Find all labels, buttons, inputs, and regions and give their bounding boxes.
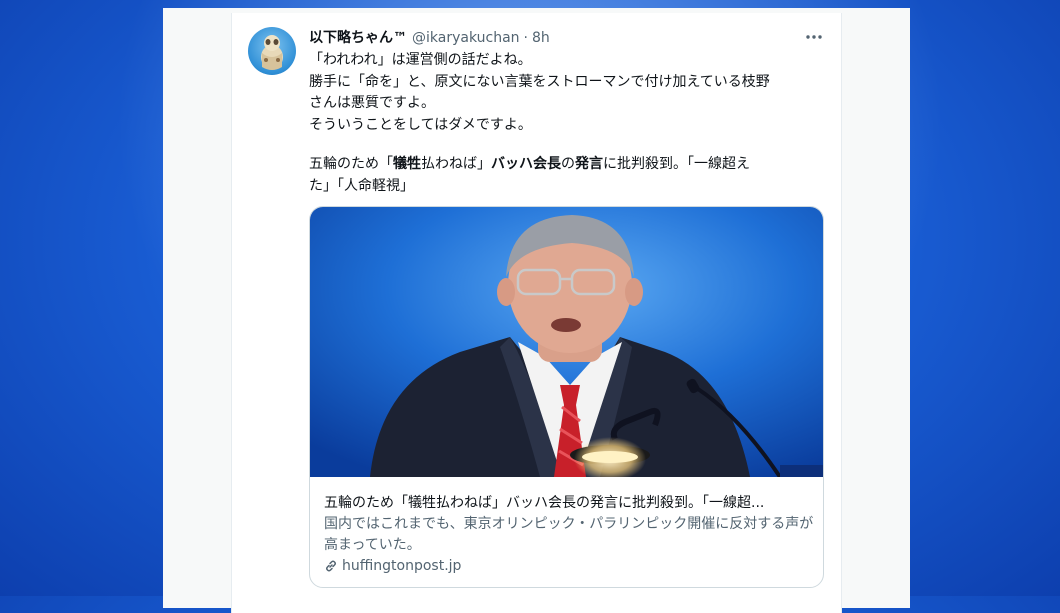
headline-bold: バッハ会長 [491,156,561,172]
headline-bold: 犠牲 [393,156,421,172]
headline-part: の [561,156,575,172]
display-name[interactable]: 以下略ちゃん™ [309,27,407,47]
card-title[interactable]: 五輪のため「犠牲払わねば」バッハ会長の発言に批判殺到。「一線超... [324,492,814,512]
avatar[interactable] [248,27,296,75]
more-icon [806,35,822,39]
tweet-timestamp[interactable]: 8h [532,30,550,46]
tweet-line: 勝手に「命を」と、原文にない言葉をストローマンで付け加えている枝野 [309,73,770,90]
tweet-line: さんは悪質ですよ。 [309,95,435,111]
quoted-headline: 五輪のため「犠牲払わねば」バッハ会長の発言に批判殺到。「一線超え [309,154,821,176]
separator-dot: · [523,30,528,46]
headline-bold: 発言 [575,156,603,172]
tweet-line: 「われわれ」は運営側の話だよね。 [309,52,532,68]
card-domain-text: huffingtonpost.jp [342,558,462,574]
more-button[interactable] [803,26,825,48]
link-preview-card[interactable]: 五輪のため「犠牲払わねば」バッハ会長の発言に批判殺到。「一線超... 国内ではこ… [309,206,824,588]
headline-part: に批判殺到。「一線超え [603,156,750,172]
card-domain[interactable]: huffingtonpost.jp [324,556,461,576]
headline-part: 五輪のため「 [309,156,393,172]
tweet-text: 「われわれ」は運営側の話だよね。 勝手に「命を」と、原文にない言葉をストローマン… [309,50,821,197]
link-icon [324,559,338,573]
quoted-headline-cont: た」「人命軽視」 [309,177,414,194]
avatar-image [261,35,283,70]
headline-part: 払わねば」 [421,156,491,172]
user-handle[interactable]: @ikaryakuchan [412,30,520,46]
tweet-line: そういうことをしてはダメですよ。 [309,116,532,133]
tweet-header: 以下略ちゃん™ @ikaryakuchan · 8h [309,27,550,49]
card-image [310,207,823,477]
card-description: 国内ではこれまでも、東京オリンピック・パラリンピック開催に反対する声が高まってい… [324,516,814,553]
